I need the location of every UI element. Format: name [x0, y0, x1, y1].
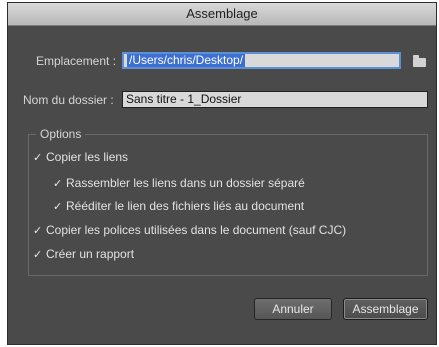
folder-icon[interactable]: [413, 55, 426, 67]
checkmark-icon: ✓: [33, 151, 43, 164]
options-title: Options: [36, 127, 86, 141]
package-button[interactable]: Assemblage: [343, 298, 428, 320]
package-dialog: Assemblage Emplacement : /Users/chris/De…: [7, 2, 437, 345]
location-value: /Users/chris/Desktop/: [127, 53, 246, 67]
checkmark-icon: ✓: [53, 200, 63, 213]
location-label: Emplacement :: [36, 54, 117, 68]
folder-name-label: Nom du dossier :: [23, 93, 114, 107]
copy-fonts-label: Copier les polices utilisées dans le doc…: [46, 223, 347, 237]
relink-label: Rééditer le lien des fichiers liés au do…: [66, 199, 305, 213]
folder-name-field[interactable]: Sans titre - 1_Dossier: [122, 91, 428, 108]
create-report-label: Créer un rapport: [46, 247, 135, 261]
relink-checkbox[interactable]: ✓ Rééditer le lien des fichiers liés au …: [53, 199, 304, 213]
checkmark-icon: ✓: [33, 224, 43, 237]
gather-links-label: Rassembler les liens dans un dossier sép…: [66, 176, 305, 190]
checkmark-icon: ✓: [33, 248, 43, 261]
copy-links-checkbox[interactable]: ✓ Copier les liens: [33, 150, 128, 164]
dialog-title: Assemblage: [8, 3, 436, 26]
cancel-button[interactable]: Annuler: [254, 298, 332, 320]
create-report-checkbox[interactable]: ✓ Créer un rapport: [33, 247, 134, 261]
checkmark-icon: ✓: [53, 177, 63, 190]
gather-links-checkbox[interactable]: ✓ Rassembler les liens dans un dossier s…: [53, 176, 305, 190]
copy-fonts-checkbox[interactable]: ✓ Copier les polices utilisées dans le d…: [33, 223, 346, 237]
location-field[interactable]: /Users/chris/Desktop/: [122, 52, 401, 69]
copy-links-label: Copier les liens: [46, 150, 129, 164]
